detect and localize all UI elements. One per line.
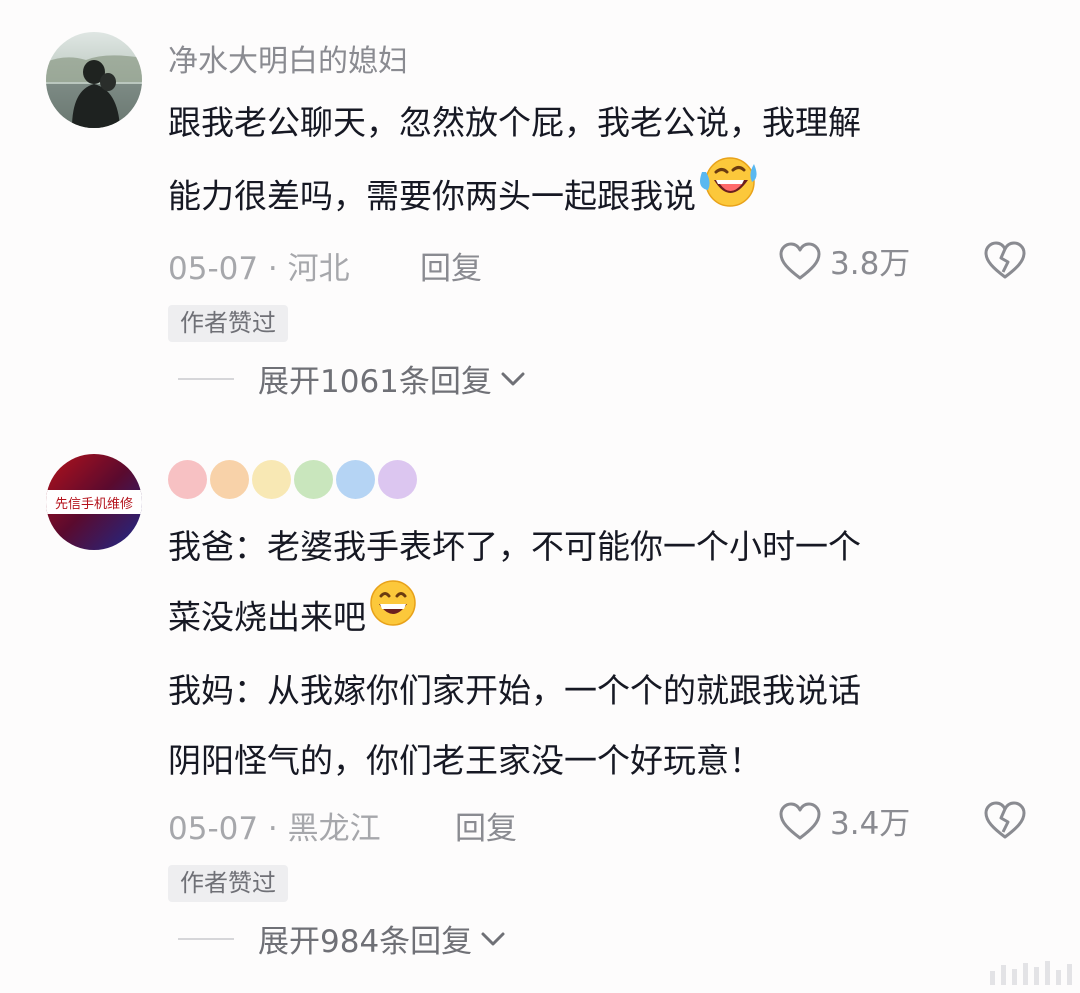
author-liked-badge: 作者赞过 xyxy=(168,865,288,902)
like-button[interactable]: 3.8万 xyxy=(778,238,910,283)
comment-line: 阴阳怪气的，你们老王家没一个好玩意！ xyxy=(168,741,762,780)
comment-line-text: 菜没烧出来吧 xyxy=(168,597,366,637)
username-dot xyxy=(210,460,249,499)
date-location: 05-07 · 河北 xyxy=(168,251,350,287)
avatar-text: 先信手机维修 xyxy=(55,497,133,512)
broken-heart-icon xyxy=(984,801,1026,839)
comment-line: 我妈：从我嫁你们家开始，一个个的就跟我说话 xyxy=(168,671,861,710)
comment-text: 跟我老公聊天，忽然放个屁，我老公说，我理解 能力很差吗，需要你两头一起跟我说 xyxy=(168,88,1038,238)
divider xyxy=(178,937,234,940)
author-liked-badge: 作者赞过 xyxy=(168,305,288,342)
comment-meta: 05-07 · 黑龙江 回复 3.4万 xyxy=(168,798,1080,848)
reply-button[interactable]: 回复 xyxy=(455,803,517,848)
like-count: 3.8万 xyxy=(830,246,911,282)
comment-line: 菜没烧出来吧 xyxy=(168,580,1038,656)
comment-text: 我爸：老婆我手表坏了，不可能你一个小时一个 菜没烧出来吧 我妈：从我嫁你们家开始… xyxy=(168,512,1038,796)
date-location: 05-07 · 黑龙江 xyxy=(168,811,381,847)
like-count: 3.4万 xyxy=(830,806,911,842)
chevron-down-icon xyxy=(481,932,505,945)
broken-heart-icon xyxy=(984,241,1026,279)
laughing-crying-emoji-icon xyxy=(698,154,758,234)
watermark-bars xyxy=(990,961,1072,985)
username-dot xyxy=(336,460,375,499)
chevron-down-icon xyxy=(501,372,525,385)
comment-line: 能力很差吗，需要你两头一起跟我说 xyxy=(168,157,1038,238)
divider xyxy=(178,377,234,380)
dislike-button[interactable] xyxy=(983,240,1027,288)
comment-line: 我爸：老婆我手表坏了，不可能你一个小时一个 xyxy=(168,527,861,566)
expand-replies-label: 展开1061条回复 xyxy=(258,364,492,400)
grinning-emoji-icon xyxy=(368,578,418,652)
expand-replies-button[interactable]: 展开984条回复 xyxy=(178,916,506,961)
comment-line-text: 能力很差吗，需要你两头一起跟我说 xyxy=(168,176,696,216)
expand-replies-label: 展开984条回复 xyxy=(258,924,473,960)
comment-line: 跟我老公聊天，忽然放个屁，我老公说，我理解 xyxy=(168,103,861,142)
username[interactable]: 净水大明白的媳妇 xyxy=(168,36,408,80)
heart-icon xyxy=(779,802,821,839)
comment-meta: 05-07 · 河北 回复 3.8万 xyxy=(168,238,1080,288)
username-dots[interactable] xyxy=(168,460,417,499)
expand-replies-button[interactable]: 展开1061条回复 xyxy=(178,356,526,401)
dislike-button[interactable] xyxy=(983,800,1027,848)
username-dot xyxy=(294,460,333,499)
username-dot xyxy=(168,460,207,499)
reply-button[interactable]: 回复 xyxy=(420,243,482,288)
heart-icon xyxy=(779,242,821,279)
avatar[interactable] xyxy=(46,32,142,128)
like-button[interactable]: 3.4万 xyxy=(778,798,910,843)
username-dot xyxy=(252,460,291,499)
username-dot xyxy=(378,460,417,499)
avatar[interactable]: 先信手机维修 xyxy=(46,454,142,550)
